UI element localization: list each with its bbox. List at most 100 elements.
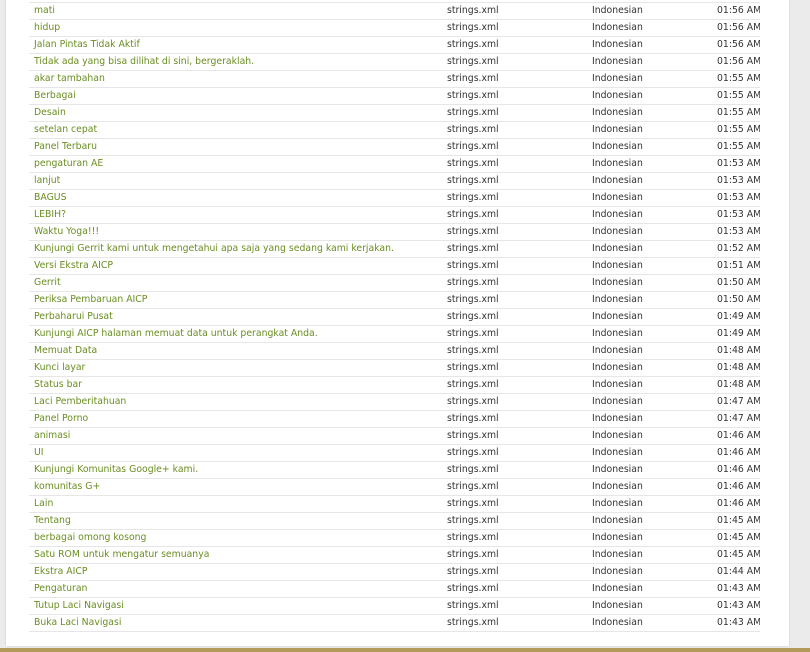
string-link[interactable]: animasi xyxy=(34,430,70,441)
string-cell: Tentang xyxy=(29,512,442,530)
file-cell: strings.xml xyxy=(442,427,587,445)
string-cell: Panel Porno xyxy=(29,410,442,428)
string-link[interactable]: Kunci layar xyxy=(34,362,85,373)
string-link[interactable]: Kunjungi Gerrit kami untuk mengetahui ap… xyxy=(34,243,394,254)
time-cell: 01:51 AM xyxy=(712,257,760,275)
string-link[interactable]: LEBIH? xyxy=(34,209,66,220)
time-cell: 01:47 AM xyxy=(712,393,760,411)
string-link[interactable]: setelan cepat xyxy=(34,124,97,135)
string-link[interactable]: Tidak ada yang bisa dilihat di sini, ber… xyxy=(34,56,254,67)
table-row: Perbaharui Pusat strings.xml Indonesian 01:… xyxy=(29,308,760,326)
table-row: Lain strings.xml Indonesian 01:46 AM xyxy=(29,495,760,513)
language-cell: Indonesian xyxy=(587,53,712,71)
file-cell: strings.xml xyxy=(442,257,587,275)
language-cell: Indonesian xyxy=(587,36,712,54)
string-link[interactable]: lanjut xyxy=(34,175,60,186)
time-cell: 01:55 AM xyxy=(712,87,760,105)
language-cell: Indonesian xyxy=(587,325,712,343)
language-cell: Indonesian xyxy=(587,2,712,20)
string-link[interactable]: Buka Laci Navigasi xyxy=(34,617,121,628)
time-cell: 01:46 AM xyxy=(712,461,760,479)
file-cell: strings.xml xyxy=(442,529,587,547)
time-cell: 01:56 AM xyxy=(712,19,760,37)
string-link[interactable]: komunitas G+ xyxy=(34,481,100,492)
time-cell: 01:49 AM xyxy=(712,308,760,326)
string-link[interactable]: mati xyxy=(34,5,55,16)
language-cell: Indonesian xyxy=(587,87,712,105)
language-cell: Indonesian xyxy=(587,19,712,37)
language-cell: Indonesian xyxy=(587,512,712,530)
time-cell: 01:50 AM xyxy=(712,274,760,292)
string-link[interactable]: pengaturan AE xyxy=(34,158,103,169)
time-cell: 01:56 AM xyxy=(712,2,760,20)
file-cell: strings.xml xyxy=(442,87,587,105)
file-cell: strings.xml xyxy=(442,410,587,428)
string-link[interactable]: Desain xyxy=(34,107,66,118)
table-row: Pengaturan strings.xml Indonesian 01:43 AM xyxy=(29,580,760,598)
string-cell: Gerrit xyxy=(29,274,442,292)
table-row: Buka Laci Navigasi strings.xml Indonesian 0… xyxy=(29,614,760,632)
table-row: Memuat Data strings.xml Indonesian 01:48 AM xyxy=(29,342,760,360)
string-link[interactable]: Tentang xyxy=(34,515,71,526)
string-link[interactable]: Gerrit xyxy=(34,277,61,288)
table-row: Status bar strings.xml Indonesian 01:48 AM xyxy=(29,376,760,394)
string-link[interactable]: Perbaharui Pusat xyxy=(34,311,113,322)
file-cell: strings.xml xyxy=(442,274,587,292)
string-link[interactable]: Kunjungi Komunitas Google+ kami. xyxy=(34,464,198,475)
string-link[interactable]: Memuat Data xyxy=(34,345,97,356)
file-cell: strings.xml xyxy=(442,138,587,156)
string-link[interactable]: Ekstra AICP xyxy=(34,566,87,577)
time-cell: 01:53 AM xyxy=(712,172,760,190)
language-cell: Indonesian xyxy=(587,393,712,411)
string-cell: Panel Terbaru xyxy=(29,138,442,156)
string-link[interactable]: Berbagai xyxy=(34,90,76,101)
table-row: Versi Ekstra AICP strings.xml Indonesian 01… xyxy=(29,257,760,275)
string-link[interactable]: berbagai omong kosong xyxy=(34,532,146,543)
string-cell: Jalan Pintas Tidak Aktif xyxy=(29,36,442,54)
string-cell: Desain xyxy=(29,104,442,122)
string-link[interactable]: Status bar xyxy=(34,379,82,390)
time-cell: 01:56 AM xyxy=(712,36,760,54)
table-row: Periksa Pembaruan AICP strings.xml Indones… xyxy=(29,291,760,309)
string-cell: Status bar xyxy=(29,376,442,394)
file-cell: strings.xml xyxy=(442,546,587,564)
file-cell: strings.xml xyxy=(442,2,587,20)
string-cell: LEBIH? xyxy=(29,206,442,224)
string-link[interactable]: hidup xyxy=(34,22,60,33)
table-row: Ekstra AICP strings.xml Indonesian 01:44 AM xyxy=(29,563,760,581)
language-cell: Indonesian xyxy=(587,529,712,547)
language-cell: Indonesian xyxy=(587,138,712,156)
string-link[interactable]: Laci Pemberitahuan xyxy=(34,396,126,407)
string-link[interactable]: Waktu Yoga!!! xyxy=(34,226,99,237)
language-cell: Indonesian xyxy=(587,70,712,88)
string-cell: Memuat Data xyxy=(29,342,442,360)
string-link[interactable]: UI xyxy=(34,447,44,458)
activity-table: mati strings.xml Indonesian 01:56 AM hidup st… xyxy=(29,2,760,632)
file-cell: strings.xml xyxy=(442,36,587,54)
string-link[interactable]: Satu ROM untuk mengatur semuanya xyxy=(34,549,209,560)
language-cell: Indonesian xyxy=(587,189,712,207)
string-link[interactable]: Pengaturan xyxy=(34,583,87,594)
file-cell: strings.xml xyxy=(442,478,587,496)
table-row: Panel Porno strings.xml Indonesian 01:47 AM xyxy=(29,410,760,428)
string-link[interactable]: Jalan Pintas Tidak Aktif xyxy=(34,39,140,50)
time-cell: 01:43 AM xyxy=(712,597,760,615)
file-cell: strings.xml xyxy=(442,444,587,462)
string-link[interactable]: Lain xyxy=(34,498,53,509)
string-link[interactable]: Periksa Pembaruan AICP xyxy=(34,294,147,305)
string-link[interactable]: Kunjungi AICP halaman memuat data untuk … xyxy=(34,328,318,339)
string-link[interactable]: Versi Ekstra AICP xyxy=(34,260,113,271)
file-cell: strings.xml xyxy=(442,240,587,258)
table-row: animasi strings.xml Indonesian 01:46 AM xyxy=(29,427,760,445)
string-link[interactable]: Panel Terbaru xyxy=(34,141,97,152)
language-cell: Indonesian xyxy=(587,308,712,326)
string-link[interactable]: BAGUS xyxy=(34,192,67,203)
string-cell: Laci Pemberitahuan xyxy=(29,393,442,411)
string-link[interactable]: Panel Porno xyxy=(34,413,88,424)
language-cell: Indonesian xyxy=(587,580,712,598)
bottom-bar xyxy=(0,648,810,652)
string-link[interactable]: Tutup Laci Navigasi xyxy=(34,600,124,611)
string-cell: Berbagai xyxy=(29,87,442,105)
time-cell: 01:55 AM xyxy=(712,104,760,122)
string-link[interactable]: akar tambahan xyxy=(34,73,105,84)
